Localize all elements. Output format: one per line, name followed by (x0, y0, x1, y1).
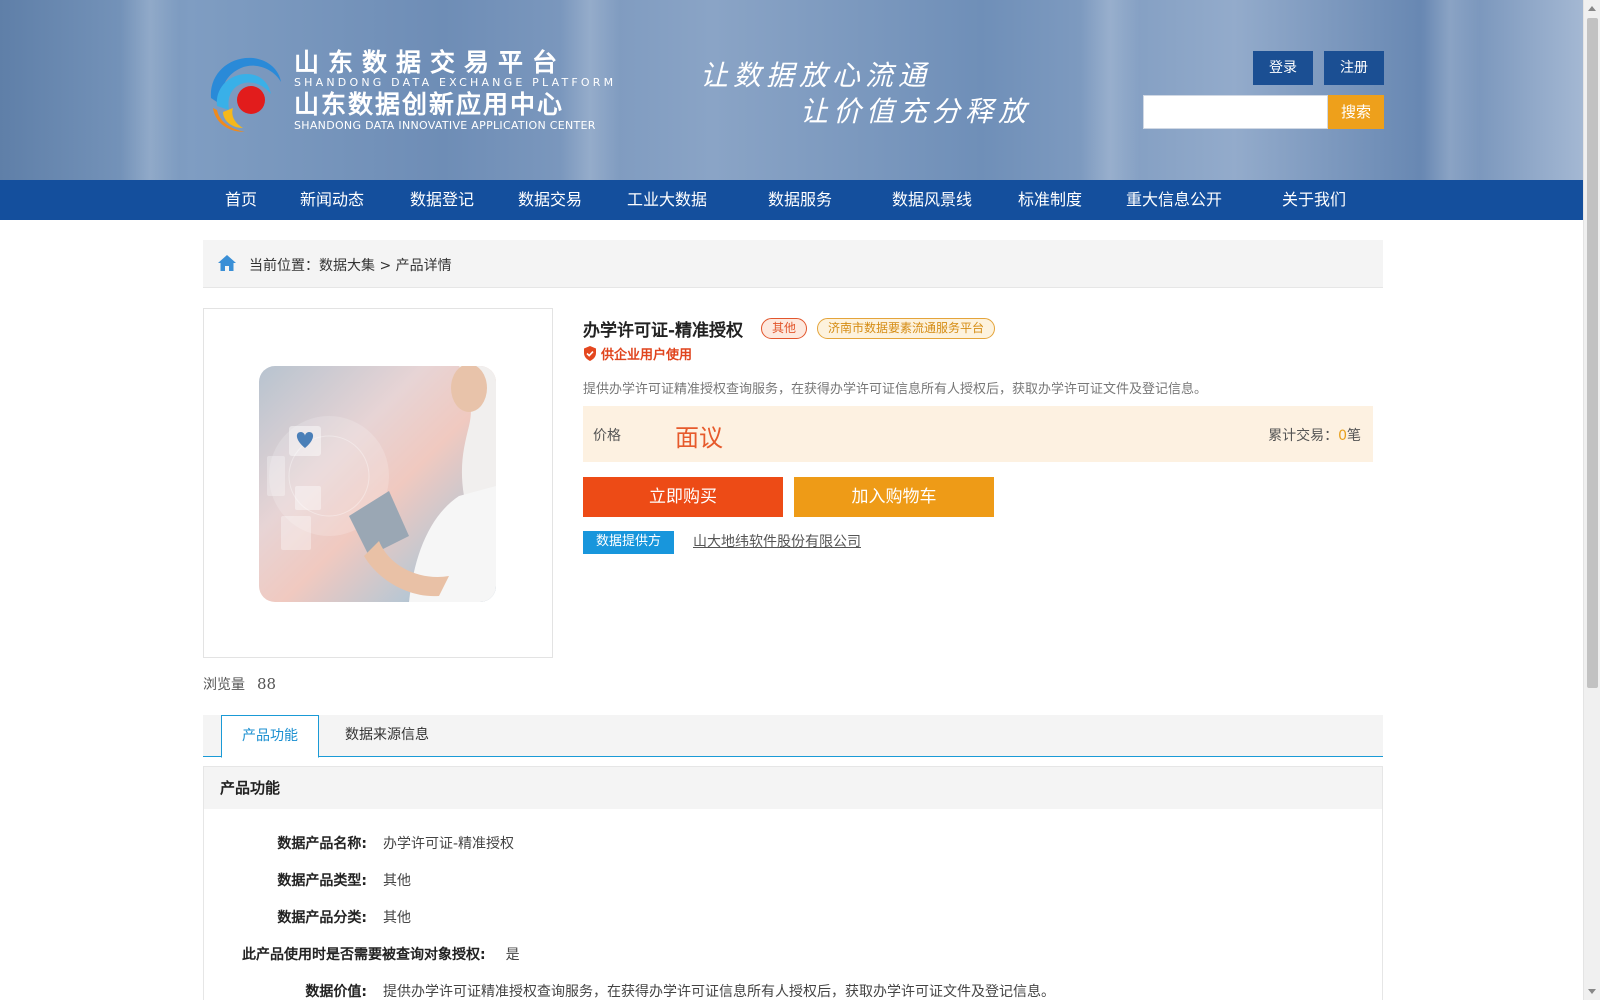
search-button[interactable]: 搜索 (1328, 95, 1384, 129)
nav-item-data-services[interactable]: 数据服务 (768, 180, 832, 220)
provider-link[interactable]: 山大地纬软件股份有限公司 (693, 531, 861, 551)
enterprise-only-text: 供企业用户使用 (601, 348, 693, 363)
detail-value: 其他 (383, 873, 411, 889)
scroll-up-arrow-icon[interactable] (1588, 6, 1596, 11)
register-button[interactable]: 注册 (1324, 51, 1384, 85)
deal-label: 累计交易： (1268, 428, 1339, 444)
nav-item-data-scenery[interactable]: 数据风景线 (892, 180, 972, 220)
nav-item-industrial-data[interactable]: 工业大数据 (627, 180, 707, 220)
search-input[interactable] (1143, 95, 1328, 129)
brand-en-line1: SHANDONG DATA EXCHANGE PLATFORM (294, 76, 617, 89)
detail-key: 数据产品分类: (277, 910, 367, 926)
price-box: 价格 面议 累计交易：0笔 (583, 406, 1373, 462)
views-count: 88 (257, 675, 277, 693)
nav-item-news[interactable]: 新闻动态 (300, 180, 364, 220)
product-title: 办学许可证-精准授权 (583, 321, 744, 341)
nav-item-trading[interactable]: 数据交易 (518, 180, 582, 220)
price-value: 面议 (675, 424, 723, 452)
product-image-frame (203, 308, 553, 658)
tab-product-function[interactable]: 产品功能 (221, 715, 319, 758)
provider-tag: 数据提供方 (583, 531, 674, 554)
banner-drape (1420, 0, 1480, 180)
platform-tag: 济南市数据要素流通服务平台 (817, 318, 996, 339)
header-banner: 山东数据交易平台 SHANDONG DATA EXCHANGE PLATFORM… (0, 0, 1583, 180)
brand-cn-line2: 山东数据创新应用中心 (294, 90, 565, 119)
login-button[interactable]: 登录 (1253, 51, 1313, 85)
detail-row: 数据价值: 提供办学许可证精准授权查询服务，在获得办学许可证信息所有人授权后，获取… (224, 981, 1055, 1000)
detail-value: 提供办学许可证精准授权查询服务，在获得办学许可证信息所有人授权后，获取办学许可证… (383, 984, 1055, 1000)
nav-item-about[interactable]: 关于我们 (1282, 180, 1346, 220)
slogan-line1: 让数据放心流通 (700, 59, 932, 92)
detail-row: 数据产品类型: 其他 (224, 870, 411, 890)
nav-item-disclosure[interactable]: 重大信息公开 (1126, 180, 1222, 220)
scroll-down-arrow-icon[interactable] (1588, 989, 1596, 994)
medical-illustration-icon (267, 366, 496, 602)
detail-key: 数据产品类型: (277, 873, 367, 889)
breadcrumb: 当前位置：数据大集 > 产品详情 (203, 240, 1383, 288)
deal-count-value: 0 (1338, 428, 1347, 444)
buy-now-button[interactable]: 立即购买 (583, 477, 783, 517)
detail-row: 数据产品分类: 其他 (224, 907, 411, 927)
detail-row: 此产品使用时是否需要被查询对象授权: 是 (242, 944, 520, 964)
detail-row: 数据产品名称: 办学许可证-精准授权 (224, 833, 514, 853)
page-scrollbar[interactable] (1583, 0, 1600, 1000)
home-icon[interactable] (217, 254, 237, 272)
enterprise-only-badge: 供企业用户使用 (583, 344, 692, 363)
detail-tabs: 产品功能 数据来源信息 (203, 715, 1383, 758)
price-label: 价格 (593, 428, 621, 444)
detail-key: 数据价值: (305, 984, 367, 1000)
brand-text: 山东数据交易平台 SHANDONG DATA EXCHANGE PLATFORM… (294, 48, 617, 133)
detail-value: 是 (505, 947, 520, 963)
breadcrumb-text: 当前位置：数据大集 > 产品详情 (249, 258, 452, 274)
add-to-cart-button[interactable]: 加入购物车 (794, 477, 994, 517)
brand-cn-line1: 山东数据交易平台 (294, 48, 567, 77)
product-image (259, 366, 496, 602)
shield-check-icon (584, 346, 596, 361)
views-counter: 浏览量 88 (203, 674, 276, 694)
detail-panel: 产品功能 数据产品名称: 办学许可证-精准授权 数据产品类型: 其他 数据产品分类:… (203, 766, 1383, 1000)
product-description: 提供办学许可证精准授权查询服务，在获得办学许可证信息所有人授权后，获取办学许可证… (583, 382, 1208, 397)
banner-drape (120, 0, 180, 180)
category-tag: 其他 (761, 318, 808, 339)
deal-unit: 笔 (1347, 428, 1361, 444)
nav-item-home[interactable]: 首页 (225, 180, 257, 220)
detail-heading: 产品功能 (204, 767, 1382, 809)
main-nav: 首页 新闻动态 数据登记 数据交易 工业大数据 数据服务 数据风景线 标准制度 … (0, 180, 1583, 220)
slogan-line2: 让价值充分释放 (800, 95, 1032, 128)
detail-value: 办学许可证-精准授权 (383, 836, 515, 852)
detail-key: 数据产品名称: (277, 836, 367, 852)
deal-count: 累计交易：0笔 (1268, 425, 1361, 445)
tab-data-source[interactable]: 数据来源信息 (337, 715, 437, 757)
detail-value: 其他 (383, 910, 411, 926)
nav-item-standards[interactable]: 标准制度 (1018, 180, 1082, 220)
detail-key: 此产品使用时是否需要被查询对象授权: (242, 947, 486, 963)
scrollbar-thumb[interactable] (1587, 18, 1598, 688)
banner-drape (1080, 0, 1140, 180)
site-logo-icon (210, 57, 281, 132)
views-label: 浏览量 (203, 677, 245, 693)
brand-en-line2: SHANDONG DATA INNOVATIVE APPLICATION CEN… (294, 119, 596, 132)
nav-item-registration[interactable]: 数据登记 (410, 180, 474, 220)
